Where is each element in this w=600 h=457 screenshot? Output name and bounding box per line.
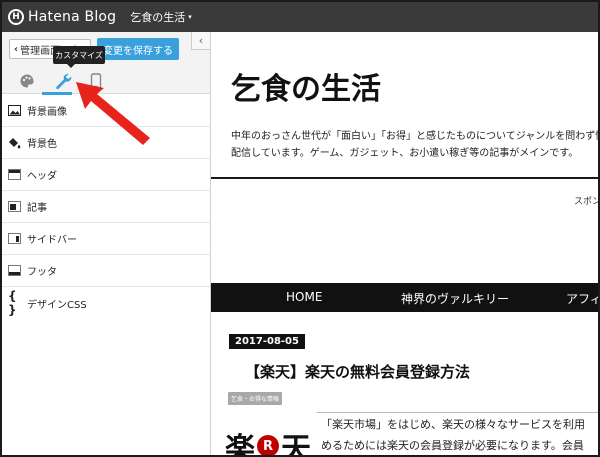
- blog-switcher-label: 乞食の生活: [130, 11, 186, 24]
- nav-item-valkyrie[interactable]: 神界のヴァルキリー: [401, 290, 509, 307]
- chevron-left-icon: ‹: [14, 43, 19, 55]
- menu-item-design-css[interactable]: { } デザインCSS: [2, 287, 210, 319]
- category-tag[interactable]: 乞食・お得な情報: [228, 392, 283, 405]
- blog-preview: 乞食の生活 中年のおっさん世代が「面白い」「お得」と感じたものについてジャンルを…: [211, 32, 598, 457]
- chevron-left-icon: ‹: [198, 34, 204, 47]
- menu-item-label: 背景画像: [27, 107, 67, 118]
- hatena-logo-icon: H: [8, 9, 24, 25]
- post-date-badge[interactable]: 2017-08-05: [229, 334, 305, 349]
- rakuten-logo-char: 楽: [225, 432, 255, 457]
- footer-layout-icon: [8, 265, 21, 277]
- blog-description: 中年のおっさん世代が「面白い」「お得」と感じたものについてジャンルを問わず情報 …: [231, 128, 598, 162]
- blog-switcher[interactable]: 乞食の生活 ▾: [130, 9, 192, 25]
- rakuten-logo: 楽 R 天: [225, 424, 311, 457]
- code-braces-icon: { }: [8, 289, 17, 317]
- customize-tooltip: カスタマイズ: [53, 46, 105, 68]
- post-body: 「楽天市場」をはじめ、楽天の様々なサービスを利用 めるためには楽天の会員登録が必…: [321, 414, 598, 455]
- blog-title[interactable]: 乞食の生活: [231, 64, 381, 108]
- top-bar: H Hatena Blog 乞食の生活 ▾: [2, 2, 598, 32]
- menu-item-article[interactable]: 記事: [2, 191, 210, 223]
- tab-design[interactable]: [15, 70, 39, 92]
- header-divider: [211, 177, 598, 179]
- quote-divider: [317, 412, 598, 413]
- menu-item-footer[interactable]: フッタ: [2, 255, 210, 287]
- post-body-line: めるためには楽天の会員登録が必要になります。会員: [321, 439, 584, 452]
- menu-item-label: 背景色: [27, 139, 57, 150]
- sidebar-layout-icon: [8, 233, 21, 245]
- header-layout-icon: [8, 169, 21, 181]
- menu-item-label: ヘッダ: [27, 171, 57, 182]
- screenshot-frame: H Hatena Blog 乞食の生活 ▾ ‹ 管理画面に戻る 変更を保存する …: [0, 0, 600, 457]
- menu-item-label: デザインCSS: [27, 299, 87, 311]
- sponsored-link-label: スポン: [574, 197, 598, 207]
- nav-item-affiliate[interactable]: アフィ: [566, 290, 598, 307]
- post-body-line: 「楽天市場」をはじめ、楽天の様々なサービスを利用: [321, 418, 585, 431]
- menu-item-header[interactable]: ヘッダ: [2, 159, 210, 191]
- article-layout-icon: [8, 201, 21, 213]
- description-line: 配信しています。ゲーム、ガジェット、お小遣い稼ぎ等の記事がメインです。: [231, 148, 579, 159]
- palette-icon: [20, 74, 34, 88]
- annotation-arrow-icon: [76, 82, 150, 145]
- post-title[interactable]: 【楽天】楽天の無料会員登録方法: [245, 361, 470, 382]
- hatena-logo[interactable]: H Hatena Blog: [8, 9, 116, 25]
- image-icon: [8, 105, 21, 117]
- save-changes-button[interactable]: 変更を保存する: [97, 38, 179, 60]
- menu-item-label: サイドバー: [27, 235, 77, 246]
- caret-down-icon: ▾: [188, 13, 192, 21]
- paint-bucket-icon: [8, 137, 21, 149]
- menu-item-label: フッタ: [27, 267, 57, 278]
- menu-item-sidebar[interactable]: サイドバー: [2, 223, 210, 255]
- menu-item-label: 記事: [27, 203, 47, 214]
- rakuten-r-icon: R: [257, 435, 279, 455]
- rakuten-logo-char: 天: [281, 432, 311, 457]
- description-line: 中年のおっさん世代が「面白い」「お得」と感じたものについてジャンルを問わず情報: [231, 131, 598, 142]
- global-nav: HOME 神界のヴァルキリー アフィ: [211, 283, 598, 312]
- hatena-logo-text: Hatena Blog: [28, 9, 117, 25]
- collapse-sidebar-button[interactable]: ‹: [191, 32, 210, 50]
- nav-item-home[interactable]: HOME: [286, 290, 322, 304]
